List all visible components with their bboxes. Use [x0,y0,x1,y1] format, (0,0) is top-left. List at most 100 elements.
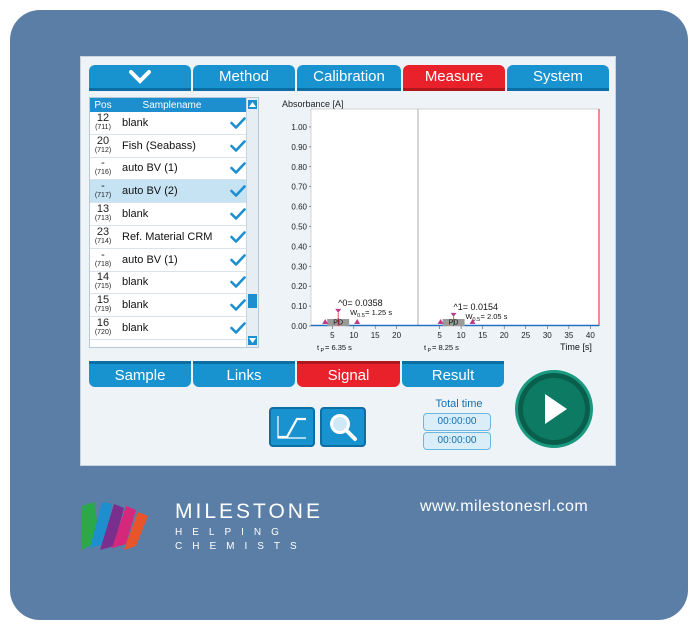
sample-name: Fish (Seabass) [122,139,196,152]
sample-row[interactable]: - (716) auto BV (1) [90,158,258,181]
sample-pos: 13 (713) [90,203,116,223]
sample-name: auto BV (1) [122,253,178,266]
y-tick-label: 0.50 [291,222,307,231]
checkmark-icon[interactable] [228,139,248,152]
scroll-up-icon[interactable] [248,100,257,109]
sample-row[interactable]: 15 (719) blank [90,294,258,318]
sample-pos-id: (711) [95,123,111,131]
sample-pos-number: 13 [96,203,110,216]
zoom-button[interactable] [320,407,366,447]
checkmark-icon[interactable] [228,276,248,289]
signal-view-button[interactable] [269,407,315,447]
checkmark-icon[interactable] [228,162,248,175]
sample-pos: 20 (712) [90,135,116,155]
scroll-down-icon[interactable] [248,336,257,345]
tab-calibration[interactable]: Calibration [297,65,401,91]
sample-pos-number: 14 [96,271,110,284]
brand-name: MILESTONE [175,500,323,523]
peak-value-label: ^0= 0.0358 [338,298,383,308]
start-button[interactable] [515,370,593,448]
checkmark-icon[interactable] [228,185,248,198]
checkmark-icon[interactable] [228,231,248,243]
sample-row[interactable]: 23 (714) Ref. Material CRM [90,226,258,249]
checkmark-icon[interactable] [228,299,248,312]
sample-pos-number: - [101,180,105,193]
x-tick-label: 10 [457,331,466,340]
brand-tagline-2: CHEMISTS [175,541,307,552]
y-tick-label: 0.90 [291,143,307,152]
tp-value: = 8.25 s [432,343,459,352]
sample-pos-number: - [101,157,105,170]
tab-system[interactable]: System [507,65,609,91]
width-value: = 1.25 s [365,308,392,317]
sample-pos-id: (715) [94,283,112,291]
sample-row[interactable]: 16 (720) blank [90,317,258,340]
sample-row[interactable]: 14 (715) blank [90,272,258,295]
tab-method[interactable]: Method [193,65,295,91]
sample-row[interactable]: 12 (711) blank [90,112,258,135]
y-tick-label: 0.30 [291,262,307,271]
sample-name: auto BV (2) [122,185,178,198]
sample-row[interactable]: - (718) auto BV (1) [90,249,258,272]
sample-list-scrollbar[interactable] [246,98,258,347]
sample-pos-id: (718) [94,260,112,268]
total-time-value-1: 00:00:00 [423,413,491,431]
plot-area [310,108,600,327]
sample-pos-id: (719) [94,306,112,314]
tab-result[interactable]: Result [402,361,504,387]
sample-row[interactable]: - (717) auto BV (2) [90,180,258,204]
sample-pos-number: - [101,248,105,261]
sample-pos: - (716) [90,157,116,177]
checkmark-icon[interactable] [228,208,248,220]
column-header-samplename: Samplename [142,99,202,111]
sample-pos-number: 12 [96,111,110,124]
x-tick-label: 10 [349,331,358,340]
tab-sample[interactable]: Sample [89,361,191,387]
y-tick-label: 0.40 [291,242,307,251]
sample-pos-id: (717) [94,192,112,200]
sample-row[interactable]: 13 (713) blank [90,203,258,226]
instrument-screen: Method Calibration Measure System Pos Sa… [80,56,616,466]
sample-pos: 15 (719) [90,295,116,314]
sample-pos: 16 (720) [90,317,116,337]
top-tab-bar: Method Calibration Measure System [89,65,609,91]
bottom-tab-bar: Sample Links Signal Result [89,361,504,387]
sample-row[interactable]: 20 (712) Fish (Seabass) [90,135,258,158]
chevron-down-icon [129,69,151,84]
sample-pos: 14 (715) [90,271,116,291]
sample-pos-id: (712) [94,146,112,154]
peak-value-label: ^1= 0.0154 [454,302,499,312]
checkmark-icon[interactable] [228,322,248,334]
scroll-thumb[interactable] [248,294,257,308]
sample-pos: - (717) [90,180,116,200]
tab-signal[interactable]: Signal [297,361,400,387]
signal-curve-icon [277,416,306,439]
sample-pos: - (718) [90,248,116,269]
sample-name: blank [122,276,149,289]
sample-pos-number: 23 [96,225,110,238]
magnifier-icon [330,414,357,441]
sample-list-header: Pos Samplename [90,98,258,112]
x-axis-label: Time [s] [560,342,592,352]
checkmark-icon[interactable] [228,117,248,129]
column-header-pos: Pos [94,99,112,111]
x-tick-label: 25 [521,331,530,340]
sample-rows: 12 (711) blank 20 (712) Fish (Seabass) - (716) a… [90,112,258,340]
y-axis-label: Absorbance [A] [282,99,344,109]
sample-pos: 12 (711) [90,111,116,132]
x-tick-label: 20 [392,331,401,340]
tab-links[interactable]: Links [193,361,295,387]
width-value: = 2.05 s [481,312,508,321]
sample-pos-number: 16 [96,317,110,330]
sample-name: blank [122,322,149,335]
x-tick-label: 15 [478,331,487,340]
x-tick-label: 5 [330,331,335,340]
sample-pos-id: (716) [94,169,112,177]
website-url[interactable]: www.milestonesrl.com [420,498,588,516]
checkmark-icon[interactable] [228,253,248,266]
y-tick-label: 0.60 [291,203,307,212]
tab-measure[interactable]: Measure [403,65,505,91]
sample-pos: 23 (714) [90,225,116,246]
tab-menu[interactable] [89,65,191,91]
y-tick-label: 1.00 [291,123,307,132]
